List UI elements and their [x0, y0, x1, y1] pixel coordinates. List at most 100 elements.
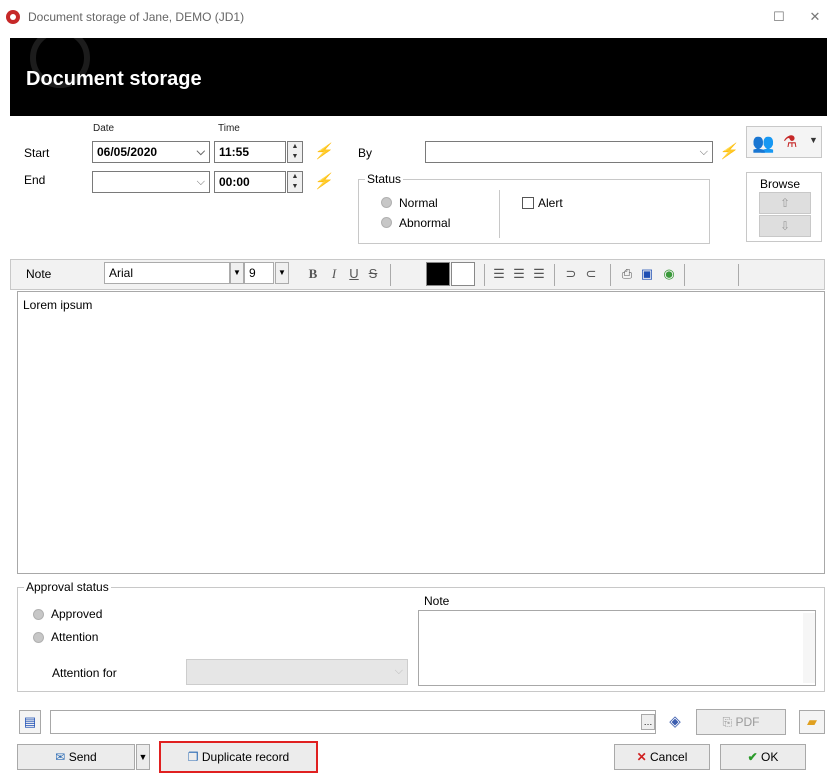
pdf-label: PDF — [735, 715, 760, 729]
chevron-down-icon[interactable]: ⌵ — [700, 142, 708, 162]
toolbar-separator — [610, 264, 611, 286]
text-color-swatch[interactable] — [426, 262, 450, 286]
maximize-icon[interactable]: ☐ — [764, 6, 794, 28]
status-abnormal-label: Abnormal — [399, 216, 451, 230]
approved-radio[interactable] — [33, 609, 44, 620]
app-icon — [6, 10, 20, 24]
browse-down-button[interactable]: ⇩ — [759, 215, 811, 237]
strikethrough-button[interactable]: S — [364, 264, 382, 284]
italic-button[interactable]: I — [325, 264, 343, 284]
duplicate-record-button[interactable]: ❐ Duplicate record — [159, 741, 318, 773]
cancel-label: Cancel — [650, 750, 688, 764]
print-icon[interactable]: ⎙ — [618, 264, 636, 284]
browse-up-button[interactable]: ⇧ — [759, 192, 811, 214]
note-label: Note — [26, 267, 52, 281]
font-select[interactable]: Arial — [104, 262, 230, 284]
bold-button[interactable]: B — [304, 264, 322, 284]
status-legend: Status — [367, 172, 402, 186]
x-icon: ✕ — [636, 750, 647, 764]
underline-button[interactable]: U — [345, 264, 363, 284]
font-dropdown-icon[interactable]: ▼ — [230, 262, 244, 284]
scanner-icon[interactable]: ◈ — [664, 711, 686, 733]
note-scrollbar[interactable] — [803, 613, 815, 683]
page-title: Document storage — [26, 68, 202, 90]
align-center-icon[interactable]: ☰ — [510, 264, 528, 284]
end-time-field[interactable]: 00:00 — [214, 171, 286, 193]
attention-radio[interactable] — [33, 632, 44, 643]
browse-label: Browse — [760, 177, 801, 191]
chevron-down-icon[interactable]: ⌵ — [395, 665, 403, 678]
start-date-field[interactable]: 06/05/2020 ⌵ — [92, 141, 210, 163]
close-icon[interactable]: ✕ — [800, 6, 827, 28]
now-bolt-icon[interactable]: ⚡ — [313, 173, 336, 190]
browse-panel: Browse ⇧ ⇩ — [746, 172, 822, 242]
toolbar-separator — [684, 264, 685, 286]
chevron-down-icon[interactable]: ▼ — [809, 135, 818, 145]
word-icon[interactable]: ▣ — [638, 264, 656, 284]
document-icon[interactable]: ▤ — [19, 710, 41, 734]
by-select[interactable]: ⌵ — [425, 141, 713, 163]
toolbar-separator — [554, 264, 555, 286]
approval-note-textarea[interactable] — [418, 610, 816, 686]
background-color-swatch[interactable] — [451, 262, 475, 286]
pdf-button[interactable]: ⎘ PDF — [696, 709, 786, 735]
globe-icon[interactable]: ◉ — [660, 264, 678, 284]
now-bolt-icon[interactable]: ⚡ — [718, 143, 741, 160]
send-label: Send — [68, 750, 97, 764]
approval-note-label: Note — [424, 594, 450, 608]
time-header: Time — [218, 123, 240, 134]
duplicate-label: Duplicate record — [201, 750, 290, 764]
ok-button[interactable]: ✔ OK — [720, 744, 806, 770]
chevron-down-icon[interactable]: ⌵ — [197, 172, 205, 192]
status-divider — [499, 190, 500, 238]
duplicate-icon: ❐ — [187, 750, 199, 764]
send-dropdown-icon[interactable]: ▼ — [136, 744, 150, 770]
ellipsis-button[interactable]: … — [641, 714, 655, 730]
now-bolt-icon[interactable]: ⚡ — [313, 143, 336, 160]
send-icon: ✉ — [55, 750, 66, 764]
end-label: End — [24, 173, 46, 187]
end-time-value: 00:00 — [219, 175, 250, 189]
ok-label: OK — [761, 750, 779, 764]
outdent-icon[interactable]: ⊂ — [582, 264, 600, 284]
size-select[interactable]: 9 — [244, 262, 274, 284]
attention-label: Attention — [51, 630, 99, 644]
size-value: 9 — [249, 266, 256, 280]
people-icon: 👥 — [752, 133, 775, 153]
status-abnormal-radio[interactable] — [381, 217, 392, 228]
status-normal-label: Normal — [399, 196, 438, 210]
date-header: Date — [93, 123, 115, 134]
end-time-spinner[interactable]: ▲ ▼ — [287, 171, 303, 193]
start-time-value: 11:55 — [219, 145, 250, 159]
indent-icon[interactable]: ⊃ — [562, 264, 580, 284]
size-dropdown-icon[interactable]: ▼ — [275, 262, 289, 284]
align-left-icon[interactable]: ☰ — [490, 264, 508, 284]
pdf-icon: ⎘ — [722, 715, 733, 729]
people-lab-icon-button[interactable]: 👥 ⚗ ▼ — [746, 126, 822, 158]
note-editor[interactable]: Lorem ipsum — [17, 291, 825, 574]
toolbar-separator — [390, 264, 391, 286]
start-time-field[interactable]: 11:55 — [214, 141, 286, 163]
attachment-path-field[interactable] — [50, 710, 656, 734]
approved-label: Approved — [51, 607, 103, 621]
cancel-button[interactable]: ✕ Cancel — [614, 744, 710, 770]
by-label: By — [358, 146, 373, 160]
note-editor-text: Lorem ipsum — [23, 298, 93, 312]
alert-label: Alert — [538, 196, 563, 210]
status-normal-radio[interactable] — [381, 197, 392, 208]
folder-icon[interactable]: ▰ — [799, 710, 825, 734]
start-time-spinner[interactable]: ▲ ▼ — [287, 141, 303, 163]
end-date-field[interactable]: ⌵ — [92, 171, 210, 193]
start-label: Start — [24, 146, 50, 160]
check-icon: ✔ — [747, 750, 758, 764]
toolbar-separator — [738, 264, 739, 286]
header-banner: Document storage — [10, 38, 827, 116]
chevron-down-icon[interactable]: ⌵ — [197, 142, 205, 162]
title-bar: Document storage of Jane, DEMO (JD1) ☐ ✕ — [0, 0, 827, 36]
send-button[interactable]: ✉ Send — [17, 744, 135, 770]
attention-for-label: Attention for — [52, 666, 117, 680]
alert-checkbox[interactable] — [522, 197, 534, 209]
align-right-icon[interactable]: ☰ — [530, 264, 548, 284]
attention-for-select[interactable]: ⌵ — [186, 659, 408, 685]
font-value: Arial — [109, 266, 134, 280]
